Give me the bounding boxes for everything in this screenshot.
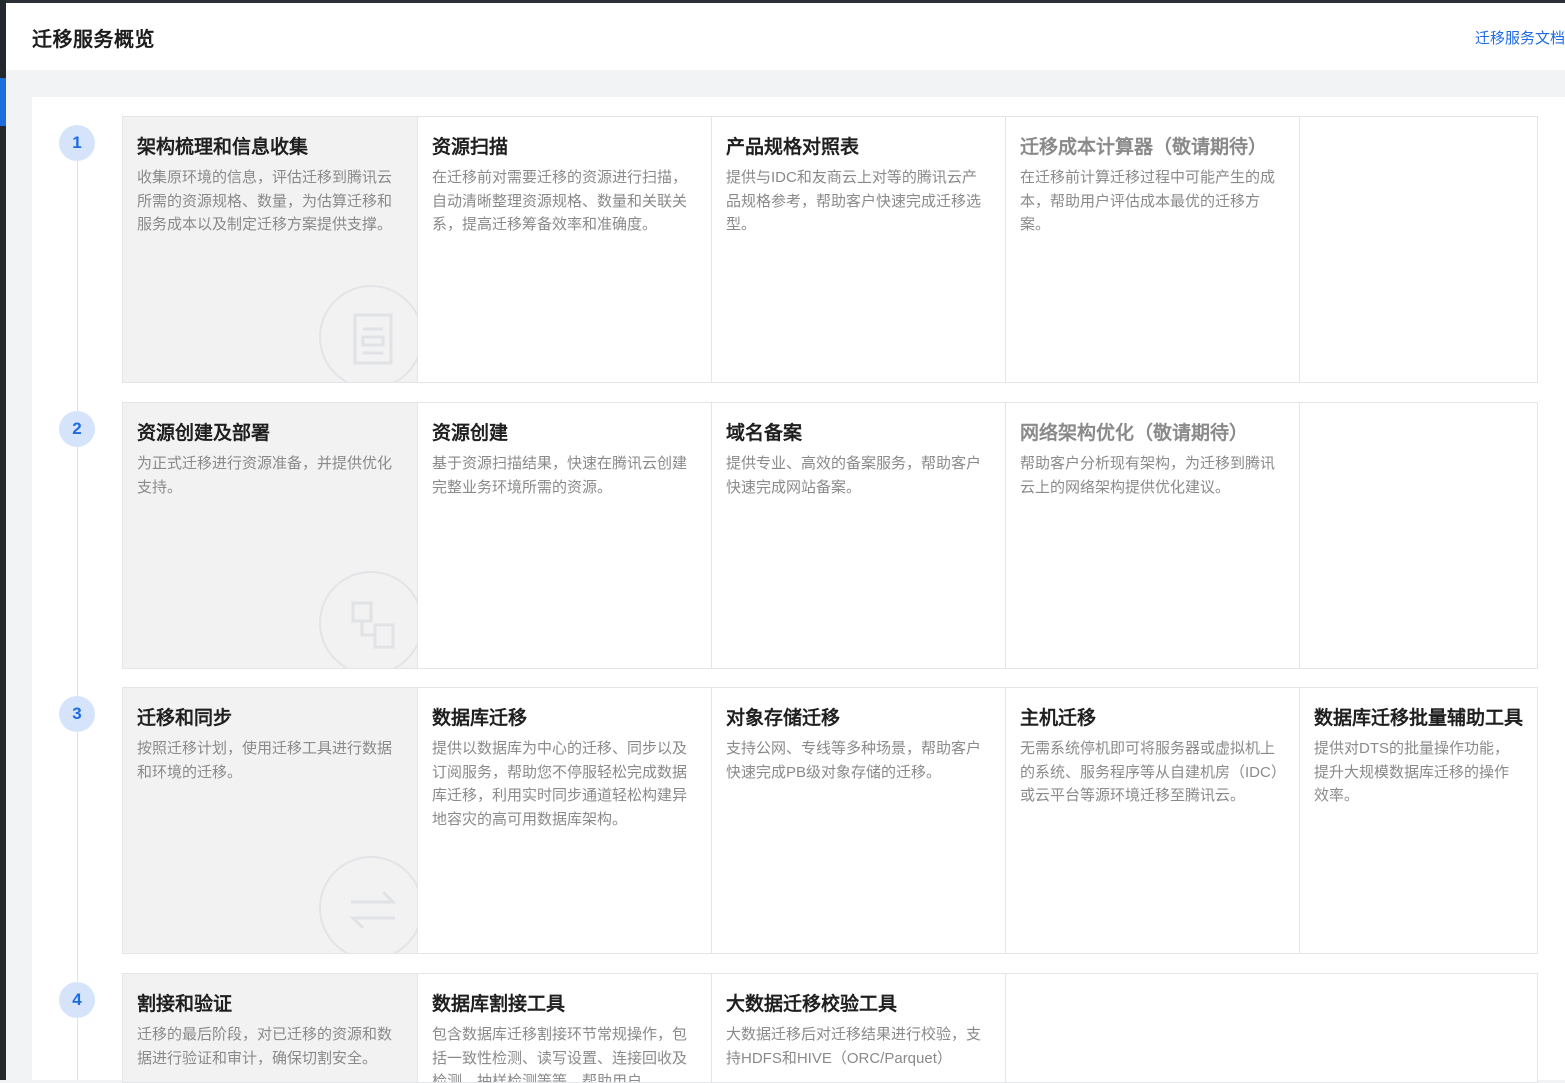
stage-card: 割接和验证 迁移的最后阶段，对已迁移的资源和数据进行验证和审计，确保切割安全。 <box>123 974 418 1082</box>
tool-card-object-storage-migration[interactable]: 对象存储迁移 支持公网、专线等多种场景，帮助客户快速完成PB级对象存储的迁移。 <box>712 688 1006 953</box>
document-icon <box>319 285 417 382</box>
page-title: 迁移服务概览 <box>32 29 155 51</box>
transfer-icon <box>319 856 417 953</box>
step-badge-3: 3 <box>59 696 95 732</box>
stage-row-1: 架构梳理和信息收集 收集原环境的信息，评估迁移到腾讯云所需的资源规格、数量，为估… <box>122 116 1538 383</box>
step-badge-1: 1 <box>59 125 95 161</box>
tool-title: 对象存储迁移 <box>726 708 841 729</box>
tool-desc: 在迁移前计算迁移过程中可能产生的成本，帮助用户评估成本最优的迁移方案。 <box>1020 169 1276 233</box>
tool-card-domain-icp[interactable]: 域名备案 提供专业、高效的备案服务，帮助客户快速完成网站备案。 <box>712 403 1006 668</box>
stage-row-2: 资源创建及部署 为正式迁移进行资源准备，并提供优化支持。 资源创建 基于资源扫描… <box>122 402 1538 669</box>
empty-slot <box>1300 403 1537 668</box>
tool-desc: 大数据迁移后对迁移结果进行校验，支持HDFS和HIVE（ORC/Parquet） <box>726 1026 982 1067</box>
stage-row-3: 迁移和同步 按照迁移计划，使用迁移工具进行数据和环境的迁移。 数据库迁移 提供以… <box>122 687 1538 954</box>
tool-desc: 提供以数据库为中心的迁移、同步以及订阅服务，帮助您不停服轻松完成数据库迁移，利用… <box>432 740 688 828</box>
stage-desc: 为正式迁移进行资源准备，并提供优化支持。 <box>137 455 393 496</box>
step-badge-2: 2 <box>59 411 95 447</box>
tool-desc: 包含数据库迁移割接环节常规操作，包括一致性检测、读写设置、连接回收及检测、抽样检… <box>432 1026 688 1082</box>
stage-row-4: 割接和验证 迁移的最后阶段，对已迁移的资源和数据进行验证和审计，确保切割安全。 … <box>122 973 1538 1083</box>
tool-title: 产品规格对照表 <box>726 137 860 158</box>
stage-card: 迁移和同步 按照迁移计划，使用迁移工具进行数据和环境的迁移。 <box>123 688 418 953</box>
stage-desc: 按照迁移计划，使用迁移工具进行数据和环境的迁移。 <box>137 740 393 781</box>
stage-card: 资源创建及部署 为正式迁移进行资源准备，并提供优化支持。 <box>123 403 418 668</box>
tool-desc: 提供对DTS的批量操作功能，提升大规模数据库迁移的操作效率。 <box>1314 740 1510 804</box>
tool-title: 大数据迁移校验工具 <box>726 994 898 1015</box>
tool-card-resource-create[interactable]: 资源创建 基于资源扫描结果，快速在腾讯云创建完整业务环境所需的资源。 <box>418 403 712 668</box>
structure-icon <box>319 571 417 668</box>
tool-card-db-batch-tool[interactable]: 数据库迁移批量辅助工具 提供对DTS的批量操作功能，提升大规模数据库迁移的操作效… <box>1300 688 1537 953</box>
tool-card-bigdata-verify[interactable]: 大数据迁移校验工具 大数据迁移后对迁移结果进行校验，支持HDFS和HIVE（OR… <box>712 974 1006 1082</box>
stage-title: 架构梳理和信息收集 <box>137 137 309 158</box>
tool-desc: 基于资源扫描结果，快速在腾讯云创建完整业务环境所需的资源。 <box>432 455 688 496</box>
tool-card-host-migration[interactable]: 主机迁移 无需系统停机即可将服务器或虚拟机上的系统、服务程序等从自建机房（IDC… <box>1006 688 1300 953</box>
empty-slot <box>1006 974 1537 1082</box>
tool-desc: 提供与IDC和友商云上对等的腾讯云产品规格参考，帮助客户快速完成迁移选型。 <box>726 169 982 233</box>
tool-title: 域名备案 <box>726 423 803 444</box>
tool-desc: 帮助客户分析现有架构，为迁移到腾讯云上的网络架构提供优化建议。 <box>1020 455 1276 496</box>
tool-desc: 无需系统停机即可将服务器或虚拟机上的系统、服务程序等从自建机房（IDC）或云平台… <box>1020 740 1279 804</box>
tool-card-cost-calculator: 迁移成本计算器（敬请期待） 在迁移前计算迁移过程中可能产生的成本，帮助用户评估成… <box>1006 117 1300 382</box>
timeline-line <box>77 160 78 1080</box>
tool-title: 数据库迁移批量辅助工具 <box>1314 708 1524 729</box>
tool-card-resource-scan[interactable]: 资源扫描 在迁移前对需要迁移的资源进行扫描，自动清晰整理资源规格、数量和关联关系… <box>418 117 712 382</box>
tool-card-db-migration[interactable]: 数据库迁移 提供以数据库为中心的迁移、同步以及订阅服务，帮助您不停服轻松完成数据… <box>418 688 712 953</box>
tool-title: 资源扫描 <box>432 137 509 158</box>
stage-desc: 收集原环境的信息，评估迁移到腾讯云所需的资源规格、数量，为估算迁移和服务成本以及… <box>137 169 393 233</box>
stage-desc: 迁移的最后阶段，对已迁移的资源和数据进行验证和审计，确保切割安全。 <box>137 1026 393 1067</box>
empty-slot <box>1300 117 1537 382</box>
tool-card-db-cutover[interactable]: 数据库割接工具 包含数据库迁移割接环节常规操作，包括一致性检测、读写设置、连接回… <box>418 974 712 1082</box>
tool-title: 迁移成本计算器（敬请期待） <box>1020 137 1268 158</box>
step-badge-4: 4 <box>59 982 95 1018</box>
tool-card-network-optimize: 网络架构优化（敬请期待） 帮助客户分析现有架构，为迁移到腾讯云上的网络架构提供优… <box>1006 403 1300 668</box>
nav-active-indicator <box>0 78 6 126</box>
tool-title: 网络架构优化（敬请期待） <box>1020 423 1249 444</box>
stage-card: 架构梳理和信息收集 收集原环境的信息，评估迁移到腾讯云所需的资源规格、数量，为估… <box>123 117 418 382</box>
left-nav-edge <box>0 0 6 1080</box>
doc-link[interactable]: 迁移服务文档 <box>1475 27 1565 48</box>
tool-desc: 在迁移前对需要迁移的资源进行扫描，自动清晰整理资源规格、数量和关联关系，提高迁移… <box>432 169 688 233</box>
stage-title: 割接和验证 <box>137 994 233 1015</box>
tool-title: 主机迁移 <box>1020 708 1097 729</box>
tool-desc: 支持公网、专线等多种场景，帮助客户快速完成PB级对象存储的迁移。 <box>726 740 982 781</box>
tool-desc: 提供专业、高效的备案服务，帮助客户快速完成网站备案。 <box>726 455 982 496</box>
tool-title: 数据库割接工具 <box>432 994 566 1015</box>
tool-card-spec-table[interactable]: 产品规格对照表 提供与IDC和友商云上对等的腾讯云产品规格参考，帮助客户快速完成… <box>712 117 1006 382</box>
stage-title: 资源创建及部署 <box>137 423 271 444</box>
tool-title: 资源创建 <box>432 423 509 444</box>
stage-title: 迁移和同步 <box>137 708 233 729</box>
page-header: 迁移服务概览 迁移服务文档 <box>6 3 1565 70</box>
tool-title: 数据库迁移 <box>432 708 528 729</box>
